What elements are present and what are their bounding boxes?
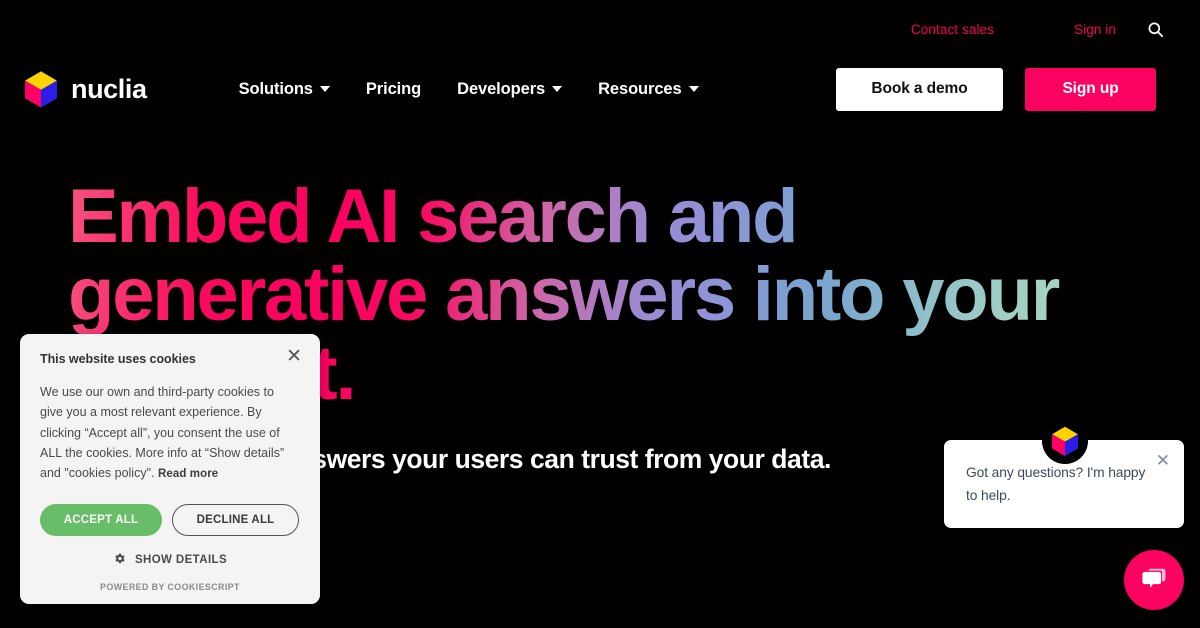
nav-item-resources[interactable]: Resources [580, 80, 716, 99]
show-details-label: SHOW DETAILS [134, 553, 228, 566]
nav-item-pricing[interactable]: Pricing [348, 80, 439, 99]
chevron-down-icon [552, 86, 563, 92]
contact-sales-link[interactable]: Contact sales [911, 22, 994, 37]
page-root: Contact sales Sign in nuclia Solutions P… [0, 0, 1200, 628]
nav-links: Solutions Pricing Developers Resources [221, 80, 717, 99]
chat-launcher-button[interactable] [1124, 550, 1184, 610]
nav-label: Resources [598, 79, 682, 98]
book-a-demo-button[interactable]: Book a demo [836, 67, 1003, 111]
sign-in-link[interactable]: Sign in [1074, 22, 1116, 37]
cookie-consent-banner: This website uses cookies ✕ We use our o… [20, 334, 320, 604]
read-more-link[interactable]: Read more [158, 468, 218, 480]
cookie-button-group: ACCEPT ALL DECLINE ALL [40, 503, 300, 536]
cookie-banner-header: This website uses cookies ✕ [40, 347, 302, 366]
nav-item-solutions[interactable]: Solutions [221, 80, 348, 99]
nuclia-cube-logo-icon [1048, 424, 1082, 458]
cookie-banner-title: This website uses cookies [40, 352, 196, 366]
chevron-down-icon [319, 86, 330, 92]
nav-label: Solutions [238, 79, 313, 98]
gear-icon [113, 552, 126, 568]
close-icon[interactable]: ✕ [1152, 448, 1174, 473]
search-icon[interactable] [1144, 18, 1166, 40]
cookie-banner-text: We use our own and third-party cookies t… [40, 385, 285, 480]
nav-label: Pricing [365, 79, 422, 98]
cookie-powered-by: POWERED BY COOKIESCRIPT [100, 581, 240, 592]
chat-avatar [1042, 418, 1088, 464]
accept-all-button[interactable]: ACCEPT ALL [40, 503, 162, 536]
chat-greeting-message: Got any questions? I'm happy to help. [966, 465, 1146, 503]
sign-up-button[interactable]: Sign up [1025, 67, 1156, 111]
logo-home-link[interactable]: nuclia [20, 68, 147, 110]
main-navigation: nuclia Solutions Pricing Developers Reso… [0, 58, 1200, 120]
logo-wordmark: nuclia [71, 73, 147, 104]
nav-item-developers[interactable]: Developers [439, 80, 580, 99]
utility-bar: Contact sales Sign in [0, 0, 1200, 58]
chat-bubble-icon [1139, 564, 1169, 597]
decline-all-button[interactable]: DECLINE ALL [172, 503, 299, 536]
cookie-banner-body: We use our own and third-party cookies t… [40, 382, 300, 484]
chevron-down-icon [688, 86, 699, 92]
show-details-button[interactable]: SHOW DETAILS [40, 552, 300, 568]
nav-label: Developers [457, 79, 546, 98]
close-icon[interactable]: ✕ [286, 347, 302, 366]
nuclia-cube-logo-icon [20, 68, 62, 110]
nav-cta-group: Book a demo Sign up [836, 67, 1156, 111]
